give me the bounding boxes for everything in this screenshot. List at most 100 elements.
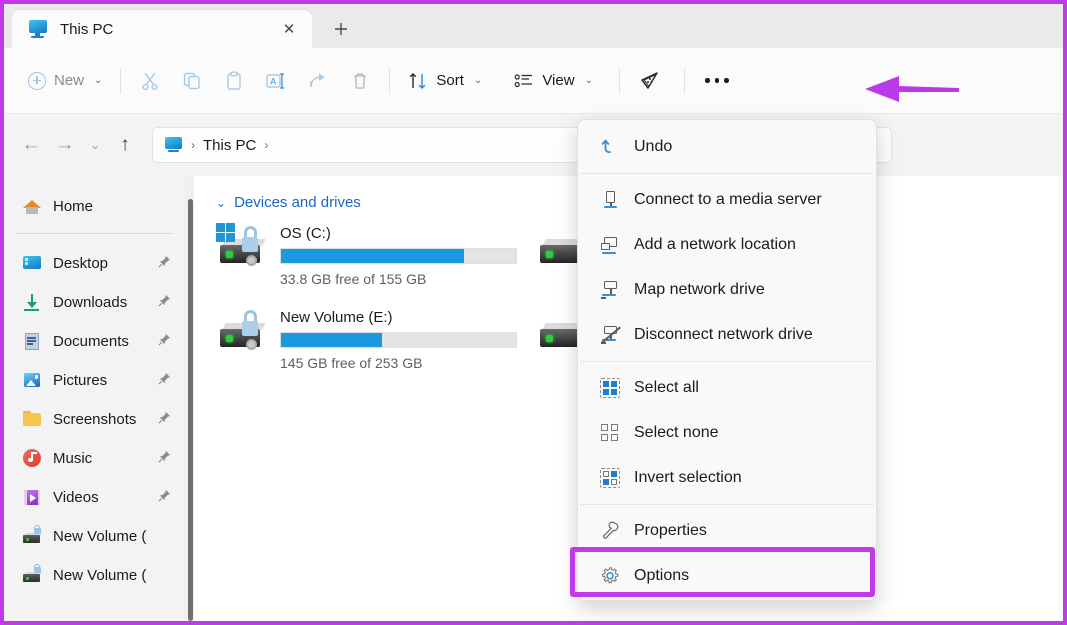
sidebar-item-label: Downloads: [53, 293, 128, 311]
breadcrumb-separator: ›: [264, 138, 269, 152]
menu-item-label: Add a network location: [634, 236, 796, 253]
up-button[interactable]: ↑: [108, 128, 142, 162]
recent-locations-button[interactable]: ⌄: [82, 128, 108, 162]
sidebar-item-new-volume-1[interactable]: New Volume (: [10, 517, 180, 555]
pin-icon[interactable]: [158, 294, 171, 310]
copy-button[interactable]: [171, 63, 213, 99]
trash-icon: [354, 72, 367, 89]
pin-icon[interactable]: [158, 255, 171, 271]
home-icon: [22, 196, 42, 216]
sidebar-item-videos[interactable]: Videos: [10, 478, 180, 516]
share-button[interactable]: [297, 63, 339, 99]
sidebar-item-music[interactable]: Music: [10, 439, 180, 477]
undo-icon: [600, 137, 620, 157]
copy-icon: [184, 72, 201, 89]
sidebar-item-label: Documents: [53, 332, 129, 350]
rename-icon: A: [266, 72, 285, 89]
menu-item-disconnect-network-drive[interactable]: Disconnect network drive: [582, 313, 872, 357]
menu-item-options[interactable]: Options: [582, 554, 872, 598]
view-button[interactable]: View ⌄: [504, 63, 603, 99]
divider: [618, 67, 620, 94]
pin-icon[interactable]: [158, 333, 171, 349]
sidebar-item-documents[interactable]: Documents: [10, 322, 180, 360]
chevron-down-icon: ⌄: [94, 75, 103, 86]
menu-item-label: Undo: [634, 138, 673, 155]
sidebar-item-desktop[interactable]: Desktop: [10, 244, 180, 282]
videos-icon: [22, 487, 42, 507]
breadcrumb-this-pc[interactable]: This PC: [203, 137, 256, 154]
new-button[interactable]: New ⌄: [18, 63, 112, 99]
sort-button[interactable]: Sort ⌄: [398, 63, 492, 99]
menu-item-label: Options: [634, 567, 690, 584]
sidebar-item-label: Home: [53, 197, 94, 215]
paste-button[interactable]: [213, 63, 255, 99]
menu-item-properties[interactable]: Properties: [582, 509, 872, 553]
tab-label: This PC: [60, 20, 114, 38]
drive-free-space: 145 GB free of 253 GB: [280, 355, 423, 371]
drive-info: New Volume (E:) 145 GB free of 253 GB: [280, 307, 536, 371]
menu-item-select-all[interactable]: Select all: [582, 366, 872, 410]
sidebar-item-label: Screenshots: [53, 410, 137, 428]
gear-icon: [600, 566, 620, 586]
menu-item-select-none[interactable]: Select none: [582, 411, 872, 455]
close-icon[interactable]: ✕: [276, 16, 302, 42]
divider: [16, 233, 174, 234]
view-icon: [514, 73, 533, 87]
forward-button[interactable]: →: [48, 128, 82, 162]
rename-button[interactable]: A: [255, 63, 297, 99]
navigation-pane-scrollbar[interactable]: [188, 199, 193, 621]
menu-item-connect-to-a-media-server[interactable]: Connect to a media server: [582, 178, 872, 222]
drive-item-new-volume-e[interactable]: New Volume (E:) 145 GB free of 253 GB: [216, 301, 536, 385]
file-explorer-window: This PC ✕ New ⌄ A Sort ⌄ View ⌄ ← → ⌄ ↑ …: [0, 0, 1067, 625]
sidebar-item-screenshots[interactable]: Screenshots: [10, 400, 180, 438]
drive-free-space: 33.8 GB free of 155 GB: [280, 271, 427, 287]
pin-icon[interactable]: [158, 450, 171, 466]
menu-item-add-a-network-location[interactable]: Add a network location: [582, 223, 872, 267]
new-tab-button[interactable]: [324, 13, 358, 45]
desktop-icon: [22, 253, 42, 273]
drive-locked-icon: [216, 307, 270, 355]
navigation-bar: ← → ⌄ ↑ › This PC ›: [4, 114, 1063, 176]
pin-icon[interactable]: [158, 489, 171, 505]
drive-icon: [22, 525, 42, 546]
sidebar-item-pictures[interactable]: Pictures: [10, 361, 180, 399]
new-label: New: [54, 72, 85, 89]
filter-button[interactable]: [628, 63, 670, 99]
delete-button[interactable]: [339, 63, 381, 99]
scissors-icon: [142, 72, 159, 90]
ellipsis-icon: [705, 78, 729, 83]
drive-capacity-bar: [280, 248, 517, 264]
pin-icon[interactable]: [158, 372, 171, 388]
chevron-down-icon[interactable]: ⌄: [216, 196, 226, 210]
command-bar: New ⌄ A Sort ⌄ View ⌄: [4, 48, 1063, 114]
sidebar-item-downloads[interactable]: Downloads: [10, 283, 180, 321]
chevron-down-icon: ⌄: [584, 75, 593, 86]
see-more-button[interactable]: [693, 63, 741, 99]
menu-item-invert-selection[interactable]: Invert selection: [582, 456, 872, 500]
menu-item-map-network-drive[interactable]: Map network drive: [582, 268, 872, 312]
menu-item-label: Select all: [634, 379, 699, 396]
divider: [683, 67, 685, 94]
divider: [120, 67, 122, 94]
menu-separator: [580, 504, 874, 505]
tab-this-pc[interactable]: This PC ✕: [12, 10, 312, 48]
view-label: View: [542, 72, 575, 89]
sidebar-item-label: Music: [53, 449, 93, 467]
drive-item-os-c[interactable]: OS (C:) 33.8 GB free of 155 GB: [216, 217, 536, 301]
invert-selection-icon: [600, 468, 620, 488]
sidebar-item-label: Desktop: [53, 254, 109, 272]
cut-button[interactable]: [129, 63, 171, 99]
pin-icon[interactable]: [158, 411, 171, 427]
sidebar-item-home[interactable]: Home: [10, 187, 180, 225]
sidebar-item-new-volume-2[interactable]: New Volume (: [10, 556, 180, 594]
back-button[interactable]: ←: [14, 128, 48, 162]
drive-icon: [22, 564, 42, 585]
sidebar-item-label: New Volume (: [53, 566, 147, 584]
menu-separator: [580, 173, 874, 174]
drive-info: OS (C:) 33.8 GB free of 155 GB: [280, 223, 536, 287]
svg-text:A: A: [271, 76, 277, 86]
group-title: Devices and drives: [234, 194, 361, 211]
menu-item-undo[interactable]: Undo: [582, 125, 872, 169]
pictures-icon: [22, 370, 42, 390]
media-server-icon: [600, 190, 620, 210]
